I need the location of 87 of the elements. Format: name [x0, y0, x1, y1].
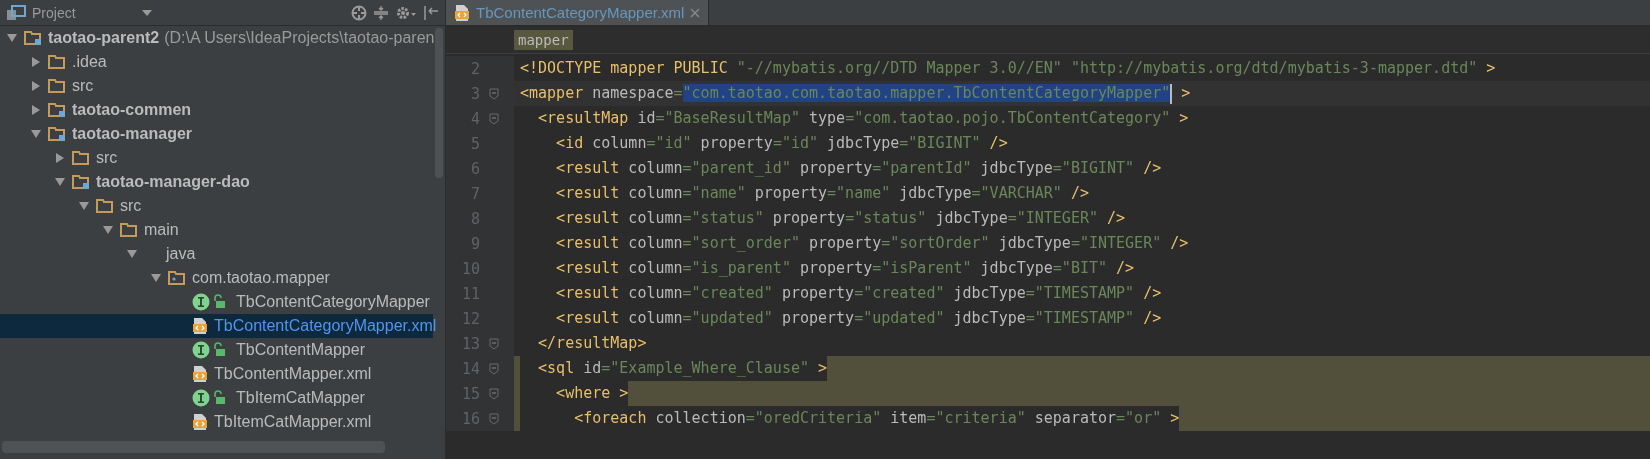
fold-marker-icon[interactable]	[489, 362, 499, 375]
fold-marker-icon[interactable]	[489, 337, 499, 350]
tree-item-label: taotao-manager-dao	[96, 173, 250, 191]
code-line: <result column="status" property="status" jdbcType="INTEGER" />	[555, 208, 1126, 229]
module-folder-icon	[48, 126, 66, 142]
expanded-arrow-icon[interactable]	[54, 176, 66, 188]
tree-item[interactable]: .idea	[0, 50, 433, 74]
tree-item-label: .idea	[72, 53, 107, 71]
tree-item-label: TbContentMapper	[236, 341, 365, 359]
xml-file-icon	[192, 317, 208, 335]
tree-item-label: src	[96, 149, 118, 167]
tree-item-label: java	[166, 245, 196, 263]
tree-item-label: src	[120, 197, 142, 215]
text-cursor	[1170, 83, 1173, 104]
code-line: <mapper namespace="com.taotao.com.taotao.mapper.TbContentCategoryMapper" >	[520, 82, 1191, 106]
code-line: <!DOCTYPE mapper PUBLIC "-//mybatis.org//DTD Mapper 3.0//EN" "http://mybatis.org/dtd/mybatis-3-mapper.dtd" >	[520, 58, 1496, 79]
module-folder-icon	[24, 30, 42, 46]
tree-item[interactable]: src	[0, 74, 433, 98]
module-folder-icon	[48, 102, 66, 118]
tree-item[interactable]: TbItemCatMapper	[0, 386, 433, 410]
tree-item[interactable]: main	[0, 218, 433, 242]
tree-item-label: com.taotao.mapper	[192, 269, 330, 287]
tree-item[interactable]: TbContentCategoryMapper	[0, 290, 433, 314]
code-line: <result column="created" property="created" jdbcType="TIMESTAMP" />	[555, 283, 1162, 304]
folder-icon	[120, 222, 138, 238]
tree-item-label: TbContentMapper.xml	[214, 365, 372, 383]
xml-file-icon	[192, 365, 208, 383]
expanded-arrow-icon[interactable]	[6, 32, 18, 44]
fold-marker-icon[interactable]	[489, 412, 499, 425]
expanded-arrow-icon[interactable]	[30, 128, 42, 140]
settings-icon[interactable]	[395, 4, 417, 21]
code-line: <result column="updated" property="updated" jdbcType="TIMESTAMP" />	[555, 308, 1162, 329]
collapsed-arrow-icon[interactable]	[30, 56, 42, 68]
panel-title: Project	[32, 4, 76, 21]
xml-file-icon	[454, 3, 470, 22]
expanded-arrow-icon[interactable]	[126, 248, 138, 260]
tree-item-label: TbItemCatMapper	[236, 389, 365, 407]
tree-item[interactable]: taotao-commen	[0, 98, 433, 122]
collapsed-arrow-icon[interactable]	[54, 152, 66, 164]
tree-item-label: TbContentCategoryMapper	[236, 293, 430, 311]
tree-item-label: taotao-commen	[72, 101, 192, 119]
fold-marker-icon[interactable]	[489, 87, 499, 100]
package-icon	[168, 270, 186, 286]
tree-item[interactable]: taotao-parent2 (D:\A Users\IdeaProjects\taotao-paren	[0, 26, 433, 50]
module-folder-icon	[72, 174, 90, 190]
tree-item-label: taotao-manager	[72, 125, 193, 143]
crosshair-icon[interactable]	[351, 4, 367, 21]
tree-item-label: main	[144, 221, 179, 239]
project-path: (D:\A Users\IdeaProjects\taotao-paren	[164, 29, 435, 47]
tree-item[interactable]: TbContentMapper.xml	[0, 362, 433, 386]
hide-panel-icon[interactable]	[423, 4, 439, 21]
tree-item[interactable]: src	[0, 194, 433, 218]
fold-marker-icon[interactable]	[489, 387, 499, 400]
collapse-all-icon[interactable]	[373, 4, 389, 21]
expanded-arrow-icon[interactable]	[150, 272, 162, 284]
code-line: <result column="is_parent" property="isParent" jdbcType="BIT" />	[555, 258, 1135, 279]
tree-item[interactable]: java	[0, 242, 433, 266]
tree-item[interactable]: TbContentMapper	[0, 338, 433, 362]
code-line: <result column="sort_order" property="sortOrder" jdbcType="INTEGER" />	[555, 233, 1189, 254]
folder-icon	[96, 198, 114, 214]
tree-item[interactable]: taotao-manager-dao	[0, 170, 433, 194]
project-icon	[6, 4, 26, 21]
code-line: <id column="id" property="id" jdbcType="BIGINT" />	[555, 133, 1008, 154]
folder-icon	[72, 150, 90, 166]
xml-file-icon	[192, 413, 208, 431]
tree-item-label: taotao-parent2	[48, 29, 160, 47]
code-line: <resultMap id="BaseResultMap" type="com.taotao.pojo.TbContentCategory" >	[537, 108, 1189, 129]
tree-item[interactable]: TbItemCatMapper.xml	[0, 410, 433, 434]
expanded-arrow-icon[interactable]	[78, 200, 90, 212]
close-icon[interactable]	[690, 7, 701, 18]
collapsed-arrow-icon[interactable]	[30, 80, 42, 92]
collapsed-arrow-icon[interactable]	[30, 104, 42, 116]
folder-icon	[48, 54, 66, 70]
tree-item-label: src	[72, 77, 94, 95]
tree-item[interactable]: com.taotao.mapper	[0, 266, 433, 290]
tab-label: TbContentCategoryMapper.xml	[476, 4, 685, 21]
tree-item[interactable]: taotao-manager	[0, 122, 433, 146]
code-line: <result column="name" property="name" jdbcType="VARCHAR" />	[555, 183, 1089, 204]
tree-item-label: TbItemCatMapper.xml	[214, 413, 372, 431]
folder-icon	[48, 78, 66, 94]
code-line: <result column="parent_id" property="parentId" jdbcType="BIGINT" />	[555, 158, 1162, 179]
tree-item[interactable]: src	[0, 146, 433, 170]
dropdown-caret-icon[interactable]	[141, 9, 152, 16]
code-line: </resultMap>	[537, 333, 647, 354]
expanded-arrow-icon[interactable]	[102, 224, 114, 236]
fold-marker-icon[interactable]	[489, 112, 499, 125]
breadcrumb[interactable]: mapper	[514, 30, 573, 50]
